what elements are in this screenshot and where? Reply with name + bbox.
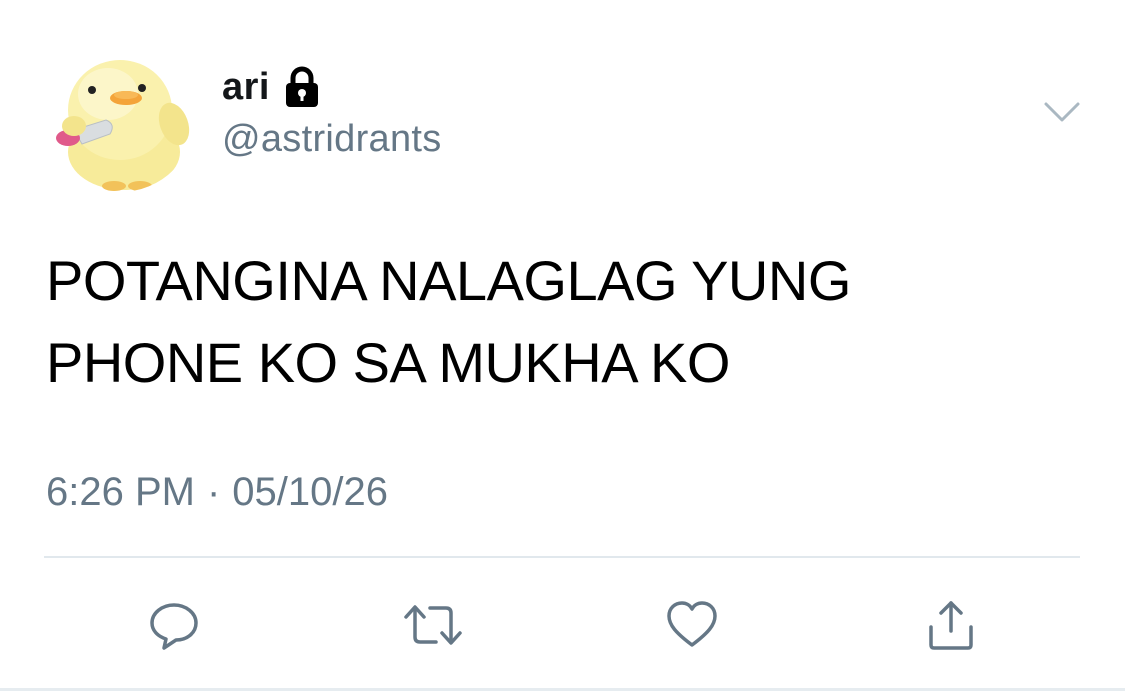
lock-icon [282,66,322,108]
chevron-down-icon[interactable] [1040,94,1084,130]
reply-icon [150,603,198,650]
display-name[interactable]: ari [222,66,270,109]
retweet-button[interactable] [398,590,468,660]
meta-separator: · [206,470,221,514]
reply-button[interactable] [139,590,209,660]
share-button[interactable] [916,590,986,660]
tweet-text-line: PHONE KO SA MUKHA KO [46,331,730,394]
retweet-icon [404,605,462,645]
display-name-row[interactable]: ari [222,62,322,112]
tweet-date: 05/10/26 [232,470,388,514]
tweet-text-line: POTANGINA NALAGLAG YUNG [46,249,851,312]
tweet-text: POTANGINA NALAGLAG YUNG PHONE KO SA MUKH… [46,240,1046,404]
tweet-time: 6:26 PM [46,470,195,514]
divider [44,556,1080,558]
share-icon [929,601,973,650]
heart-icon [667,601,717,647]
avatar[interactable] [44,40,196,192]
chick-avatar-icon [44,40,196,192]
tweet-card: ari @astridrants POTANGINA NALAGLAG YUNG… [0,0,1125,691]
action-bar [0,590,1125,660]
like-button[interactable] [657,590,727,660]
user-handle[interactable]: @astridrants [222,118,442,161]
tweet-timestamp[interactable]: 6:26 PM · 05/10/26 [46,470,388,515]
